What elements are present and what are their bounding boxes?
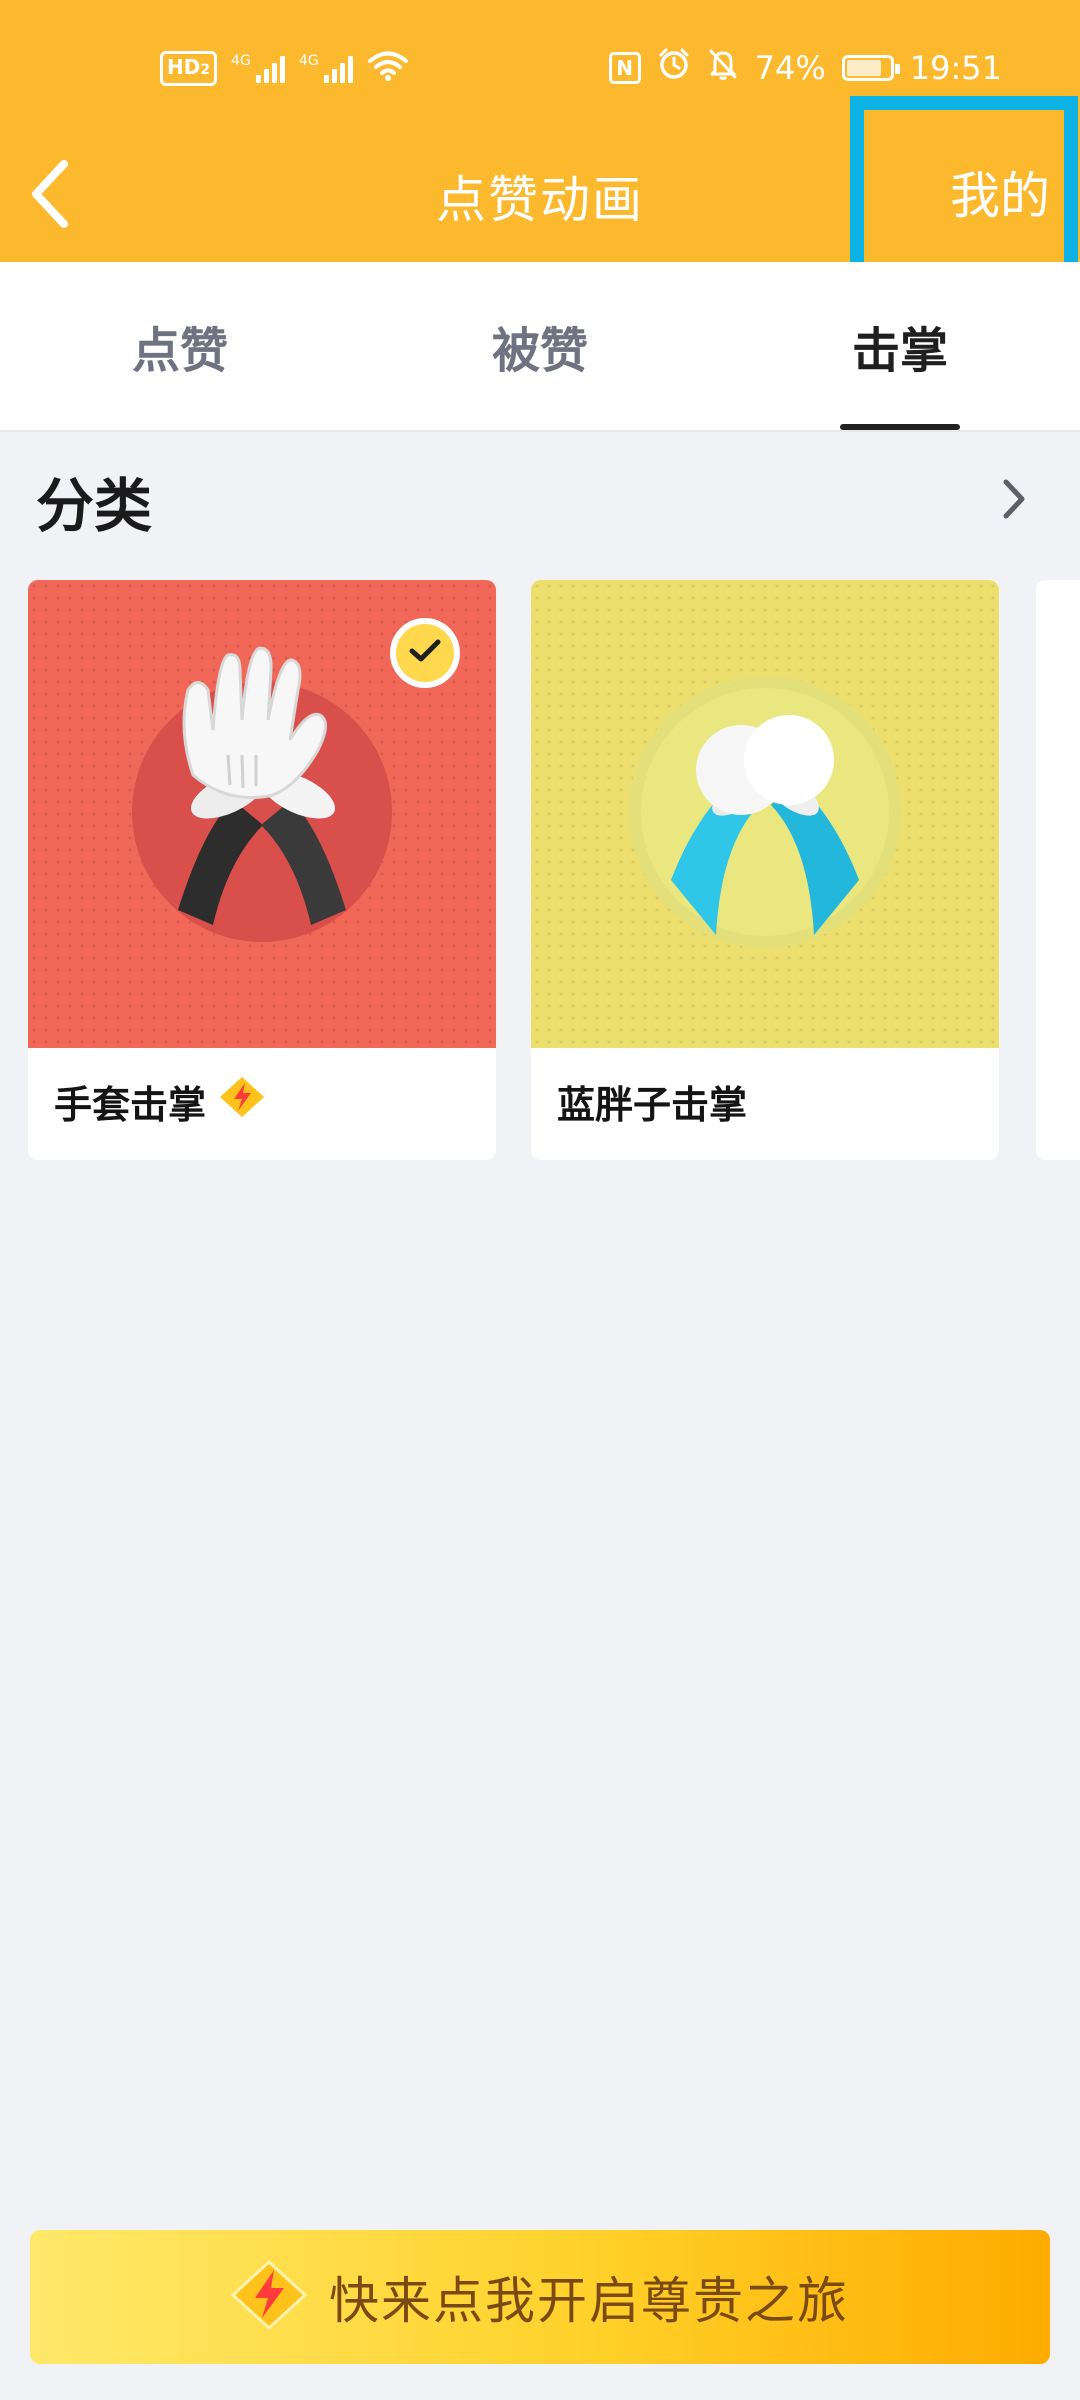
section-title: 分类	[36, 472, 153, 540]
hd-badge: HD2	[160, 50, 218, 86]
nav-bar: 点赞动画 我的	[0, 130, 1080, 262]
clock: 19:51	[909, 49, 1002, 87]
nfc-icon: N	[608, 52, 641, 84]
bell-muted-icon	[707, 47, 739, 89]
network-label-1: 4G	[231, 53, 251, 69]
card-label: 蓝胖子击掌	[557, 1074, 747, 1129]
vip-lightning-icon	[230, 2259, 308, 2334]
animation-card[interactable]: 蓝胖子击掌	[531, 580, 999, 1160]
blue-high-five-illustration	[629, 676, 901, 948]
vip-lightning-icon	[218, 1075, 266, 1128]
hd-label: HD	[167, 54, 201, 79]
wifi-icon	[367, 50, 409, 86]
page-title: 点赞动画	[436, 171, 644, 229]
vip-promo-banner[interactable]: 快来点我开启尊贵之旅	[30, 2230, 1050, 2364]
selected-check-badge	[390, 618, 460, 688]
chevron-right-icon	[1001, 477, 1027, 525]
signal-icon: 4G	[231, 53, 285, 83]
status-right: N 74% 19:51	[608, 47, 1002, 89]
tab-like[interactable]: 点赞	[0, 262, 360, 430]
tab-label: 点赞	[131, 323, 228, 379]
screen: HD2 4G 4G N 74% 19:51 点赞动画 我的 点赞 被赞 击掌 分…	[0, 0, 1080, 2400]
sim-index: 2	[200, 61, 211, 78]
banner-text: 快来点我开启尊贵之旅	[329, 2272, 849, 2330]
category-more-button[interactable]	[984, 471, 1044, 531]
network-label-2: 4G	[298, 53, 319, 69]
animation-card[interactable]: 手套击掌	[28, 580, 496, 1160]
battery-percent: 74%	[754, 49, 826, 87]
tab-liked[interactable]: 被赞	[360, 262, 720, 430]
mine-button[interactable]: 我的	[950, 156, 1050, 228]
header: HD2 4G 4G N 74% 19:51 点赞动画 我的	[0, 0, 1080, 262]
category-header: 分类	[36, 456, 1044, 546]
alarm-icon	[657, 47, 691, 89]
tab-indicator	[840, 424, 960, 430]
card-title: 手套击掌	[54, 1083, 207, 1127]
battery-icon	[841, 55, 900, 81]
card-label: 手套击掌	[54, 1074, 266, 1129]
check-icon	[408, 638, 442, 668]
card-image-glove-high-five	[28, 580, 496, 1048]
card-image-blue-high-five	[531, 580, 999, 1048]
tab-bar: 点赞 被赞 击掌	[0, 262, 1080, 432]
tab-label: 被赞	[491, 323, 588, 379]
animation-card-partial[interactable]	[1036, 580, 1080, 1160]
status-bar: HD2 4G 4G N 74% 19:51	[0, 0, 1080, 130]
tab-label: 击掌	[851, 323, 948, 379]
status-left: HD2 4G 4G	[160, 48, 409, 88]
card-title: 蓝胖子击掌	[557, 1083, 748, 1127]
signal-icon-2: 4G	[299, 53, 353, 83]
tab-high-five[interactable]: 击掌	[720, 262, 1080, 430]
